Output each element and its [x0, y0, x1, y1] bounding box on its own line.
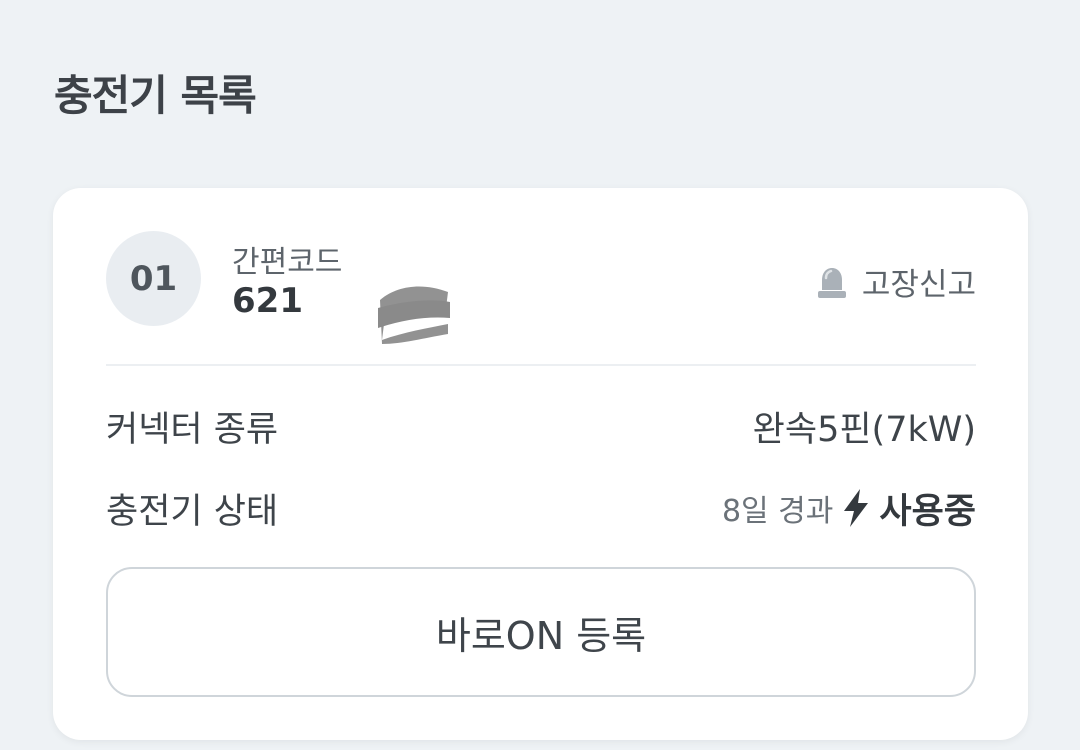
connector-type-row: 커넥터 종류 완속5핀(7kW) — [106, 401, 976, 451]
section-title: 충전기 목록 — [54, 71, 257, 120]
charger-status-label: 충전기 상태 — [106, 491, 279, 532]
charger-card: 01 간편코드 621 고장신고 커넥터 종류 완속5핀(7kW) 충전기 상태… — [53, 188, 1028, 740]
status-in-use: 사용중 — [879, 491, 976, 532]
lightning-icon — [844, 489, 869, 527]
charger-number-badge: 01 — [106, 231, 201, 326]
siren-icon — [817, 267, 846, 298]
baro-on-register-button[interactable]: 바로ON 등록 — [106, 567, 976, 697]
connector-type-value: 완속5핀(7kW) — [752, 409, 976, 450]
charger-status-value: 8일 경과 사용중 — [722, 483, 976, 534]
redaction-mark — [378, 286, 450, 344]
header-divider — [106, 364, 976, 366]
quick-code-value: 621 — [232, 281, 303, 321]
quick-code-label: 간편코드 — [232, 245, 343, 280]
status-elapsed: 8일 경과 — [721, 494, 834, 529]
report-fault-label: 고장신고 — [861, 267, 976, 303]
charger-status-row: 충전기 상태 8일 경과 사용중 — [106, 483, 976, 533]
charger-card-header: 01 간편코드 621 고장신고 — [106, 231, 976, 365]
connector-type-label: 커넥터 종류 — [106, 409, 279, 450]
report-fault-button[interactable]: 고장신고 — [816, 259, 976, 304]
